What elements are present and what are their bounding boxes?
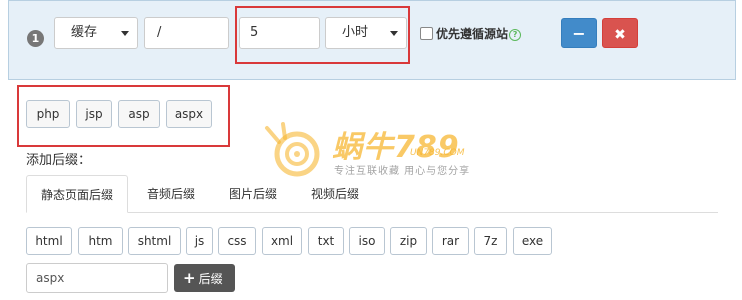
prefer-origin-checkbox[interactable]	[420, 27, 433, 40]
suffix-option[interactable]: js	[186, 227, 213, 255]
prefer-origin-text: 优先遵循源站	[436, 27, 509, 41]
unit-select[interactable]: 小时	[325, 17, 407, 49]
suffix-option[interactable]: css	[218, 227, 256, 255]
help-icon[interactable]: ?	[509, 29, 522, 41]
suffix-option[interactable]: html	[26, 227, 72, 255]
suffix-option[interactable]: txt	[308, 227, 344, 255]
duration-input[interactable]: 5	[239, 17, 320, 49]
preset-tag-php[interactable]: php	[26, 100, 70, 128]
suffix-option[interactable]: rar	[432, 227, 469, 255]
custom-suffix-input[interactable]: aspx	[26, 263, 168, 293]
custom-suffix-value: aspx	[36, 271, 65, 285]
path-value: /	[157, 25, 162, 40]
suffix-option[interactable]: iso	[349, 227, 385, 255]
cache-type-value: 缓存	[71, 25, 98, 40]
minus-icon: −	[572, 24, 586, 43]
add-suffix-button-label: 后缀	[198, 272, 223, 286]
preset-tag-aspx[interactable]: aspx	[166, 100, 212, 128]
tab-audio[interactable]: 音频后缀	[133, 175, 211, 213]
add-suffix-button[interactable]: + 后缀	[174, 264, 235, 292]
add-suffix-label: 添加后缀：	[26, 153, 92, 168]
rule-index-badge: 1	[27, 30, 44, 47]
suffix-option[interactable]: zip	[390, 227, 427, 255]
prefer-origin-label: 优先遵循源站?	[436, 25, 522, 42]
path-input[interactable]: /	[144, 17, 229, 49]
suffix-option[interactable]: xml	[262, 227, 302, 255]
suffix-option[interactable]: 7z	[474, 227, 507, 255]
suffix-option[interactable]: shtml	[128, 227, 181, 255]
suffix-option[interactable]: exe	[513, 227, 552, 255]
preset-tag-jsp[interactable]: jsp	[76, 100, 112, 128]
preset-tag-asp[interactable]: asp	[118, 100, 160, 128]
tab-image[interactable]: 图片后缀	[215, 175, 293, 213]
close-icon: ✖	[614, 27, 626, 43]
remove-rule-button[interactable]: −	[561, 18, 597, 48]
unit-value: 小时	[342, 25, 369, 40]
suffix-option[interactable]: htm	[78, 227, 123, 255]
duration-value: 5	[250, 25, 259, 40]
plus-icon: +	[183, 269, 196, 287]
delete-rule-button[interactable]: ✖	[602, 18, 638, 48]
cache-type-select[interactable]: 缓存	[54, 17, 138, 49]
tab-video[interactable]: 视频后缀	[297, 175, 375, 213]
tab-static-page[interactable]: 静态页面后缀	[26, 175, 128, 213]
watermark-domain: UN789.COM	[410, 148, 465, 158]
watermark-title: 蜗牛789	[332, 130, 460, 165]
